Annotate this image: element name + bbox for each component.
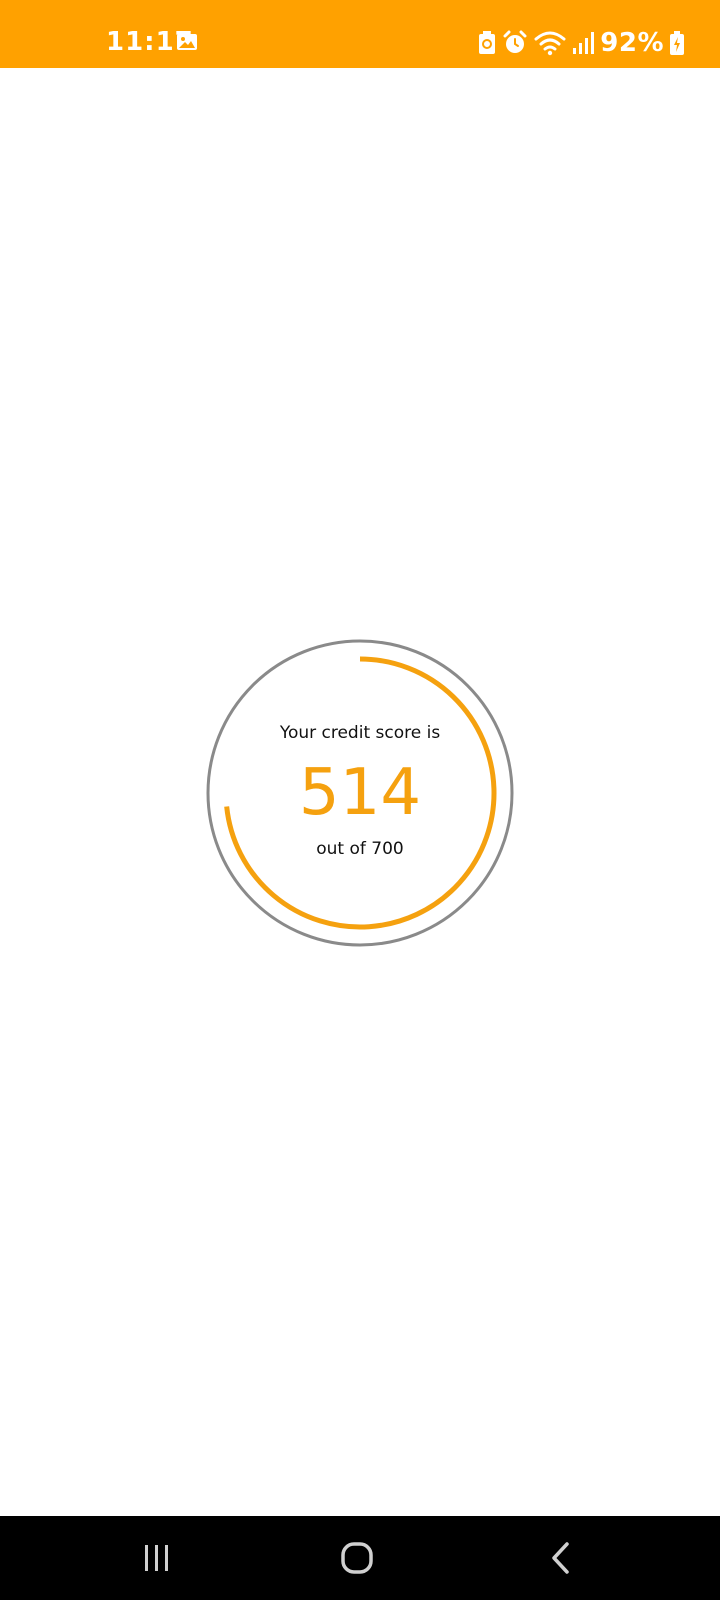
- gallery-icon: [177, 34, 197, 50]
- battery-charging-icon: [670, 31, 684, 55]
- battery-saver-icon: [479, 31, 496, 54]
- credit-score-max: out of 700: [316, 839, 404, 859]
- home-button[interactable]: [327, 1532, 387, 1584]
- back-icon: [552, 1542, 569, 1574]
- home-icon: [341, 1542, 373, 1574]
- recents-button[interactable]: [127, 1532, 187, 1584]
- credit-score-label: Your credit score is: [279, 723, 441, 743]
- main-content: Your credit score is 514 out of 700: [0, 68, 720, 1516]
- battery-percentage: 92%: [600, 28, 664, 58]
- credit-score-gauge: Your credit score is 514 out of 700: [202, 635, 518, 951]
- signal-icon: [573, 32, 595, 54]
- recents-icon: [145, 1545, 168, 1571]
- alarm-icon: [503, 30, 527, 53]
- credit-score-value: 514: [298, 756, 422, 830]
- wifi-icon: [534, 31, 566, 56]
- back-button[interactable]: [530, 1532, 590, 1584]
- status-bar: 11:17 92%: [0, 0, 720, 68]
- status-icons: 92%: [478, 28, 684, 58]
- navigation-bar: [0, 1516, 720, 1600]
